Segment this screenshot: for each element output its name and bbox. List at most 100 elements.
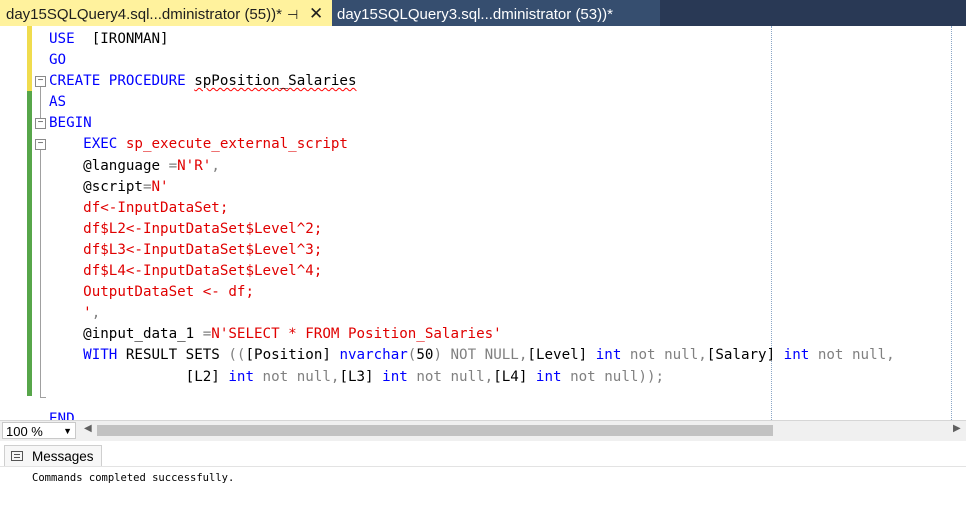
zoom-select[interactable]: 100 % ▼ xyxy=(2,422,76,439)
code-line[interactable]: [L2] int not null,[L3] int not null,[L4]… xyxy=(49,367,895,388)
collapse-icon[interactable]: − xyxy=(35,76,46,87)
scroll-right-icon[interactable]: ▶ xyxy=(953,423,961,434)
code-token: int xyxy=(382,368,408,385)
code-token: not null, xyxy=(621,347,707,364)
fold-line xyxy=(40,150,41,398)
code-token: int xyxy=(228,368,255,385)
code-token: nvarchar xyxy=(339,347,408,364)
code-token: df$L4<-InputDataSet$Level^4; xyxy=(49,263,323,280)
code-token: , xyxy=(91,305,101,322)
code-line[interactable]: df$L2<-InputDataSet$Level^2; xyxy=(49,219,895,240)
code-token: , xyxy=(211,157,220,174)
message-text: Commands completed successfully. xyxy=(32,472,235,484)
code-token: OutputDataSet <- df; xyxy=(49,284,254,301)
code-token: [IRONMAN] xyxy=(74,31,169,47)
code-line[interactable]: df$L3<-InputDataSet$Level^3; xyxy=(49,240,895,261)
code-token: BEGIN xyxy=(49,115,92,132)
horizontal-scrollbar-thumb[interactable] xyxy=(97,425,773,436)
zoom-value: 100 % xyxy=(6,424,43,439)
code-token: = xyxy=(142,178,152,195)
code-line[interactable]: BEGIN xyxy=(49,113,895,134)
code-token: int xyxy=(535,368,562,385)
code-token: N'SELECT * FROM Position_Salaries' xyxy=(211,326,502,343)
code-token: @language xyxy=(49,157,169,174)
code-token: spPosition_Salaries xyxy=(194,73,357,90)
chevron-down-icon[interactable]: ▼ xyxy=(63,423,72,440)
code-token: @script xyxy=(49,178,143,195)
code-line[interactable]: @script=N' xyxy=(49,177,895,198)
tab-query3[interactable]: day15SQLQuery3.sql...dministrator (53))* xyxy=(332,0,660,26)
code-token: [Salary] xyxy=(706,347,784,364)
code-line[interactable]: df<-InputDataSet; xyxy=(49,198,895,219)
code-line[interactable]: @input_data_1 =N'SELECT * FROM Position_… xyxy=(49,324,895,345)
code-line[interactable]: EXEC sp_execute_external_script xyxy=(49,134,895,155)
code-line[interactable]: df$L4<-InputDataSet$Level^4; xyxy=(49,261,895,282)
code-token: df$L3<-InputDataSet$Level^3; xyxy=(49,241,323,258)
tab-title: day15SQLQuery3.sql...dministrator (53))* xyxy=(337,6,613,23)
messages-pane: Commands completed successfully. xyxy=(0,466,966,527)
code-token: not null, xyxy=(254,368,340,385)
code-token: int xyxy=(783,347,810,364)
tab-title: day15SQLQuery4.sql...dministrator (55))* xyxy=(6,6,282,23)
messages-icon xyxy=(11,451,23,461)
code-line[interactable]: @language =N'R', xyxy=(49,156,895,177)
code-line[interactable]: OutputDataSet <- df; xyxy=(49,282,895,303)
code-token: AS xyxy=(49,94,67,111)
saved-change-bar xyxy=(27,91,32,396)
code-token: ) NOT NULL, xyxy=(433,347,528,364)
code-token: = xyxy=(202,326,212,343)
tab-messages-label: Messages xyxy=(32,449,94,464)
close-icon[interactable]: ✕ xyxy=(309,0,323,27)
column-guide xyxy=(951,26,952,420)
code-token: GO xyxy=(49,52,67,69)
code-line[interactable]: USE [IRONMAN] xyxy=(49,29,895,50)
code-token: not null, xyxy=(809,347,895,364)
scroll-left-icon[interactable]: ◀ xyxy=(84,423,92,434)
tab-messages[interactable]: Messages xyxy=(4,445,102,467)
code-token: N' xyxy=(151,178,169,195)
code-token: = xyxy=(168,157,178,174)
code-token: [L4] xyxy=(493,368,536,385)
code-token: RESULT SETS xyxy=(117,347,229,364)
fold-line xyxy=(40,87,41,118)
code-token: @input_data_1 xyxy=(49,326,203,343)
code-token: ' xyxy=(49,305,92,322)
code-token: not null)); xyxy=(561,368,665,385)
collapse-icon[interactable]: − xyxy=(35,139,46,150)
results-tab-strip: Messages xyxy=(0,441,966,467)
code-token: not null, xyxy=(407,368,494,385)
editor-status-bar: 100 % ▼ ◀ ▶ xyxy=(0,420,966,441)
code-token: df$L2<-InputDataSet$Level^2; xyxy=(49,220,323,237)
code-token: USE xyxy=(49,31,75,47)
code-token: CREATE PROCEDURE xyxy=(49,73,195,90)
code-token: [L3] xyxy=(339,368,383,385)
code-token: [Position] xyxy=(245,347,340,364)
code-line[interactable]: AS xyxy=(49,92,895,113)
code-line[interactable]: END xyxy=(49,409,895,420)
collapse-icon[interactable]: − xyxy=(35,118,46,129)
code-token: EXEC xyxy=(83,136,126,153)
fold-line-end xyxy=(40,397,46,398)
tab-query4[interactable]: day15SQLQuery4.sql...dministrator (55))*… xyxy=(0,0,332,28)
code-line[interactable]: CREATE PROCEDURE spPosition_Salaries xyxy=(49,71,895,92)
code-token: 50 xyxy=(416,347,434,364)
document-tab-bar: day15SQLQuery4.sql...dministrator (55))*… xyxy=(0,0,966,28)
code-token: df<-InputDataSet; xyxy=(49,199,229,216)
code-line[interactable] xyxy=(49,388,895,409)
code-line[interactable]: ', xyxy=(49,303,895,324)
code-line[interactable]: WITH RESULT SETS (([Position] nvarchar(5… xyxy=(49,345,895,366)
code-token: [L2] xyxy=(185,368,229,385)
code-token: int xyxy=(595,347,622,364)
code-token: [Level] xyxy=(527,347,596,364)
code-token: (( xyxy=(228,347,246,364)
code-token: sp_execute_external_script xyxy=(125,136,348,153)
code-token: WITH xyxy=(83,347,118,364)
sql-code[interactable]: USE [IRONMAN] GO CREATE PROCEDURE spPositi… xyxy=(49,29,895,420)
pin-icon[interactable]: ⊣ xyxy=(287,0,298,29)
unsaved-change-bar xyxy=(27,26,32,91)
query-editor[interactable]: − − − USE [IRONMAN] GO CREATE PROCEDURE sp… xyxy=(0,26,966,420)
code-line[interactable]: GO xyxy=(49,50,895,71)
